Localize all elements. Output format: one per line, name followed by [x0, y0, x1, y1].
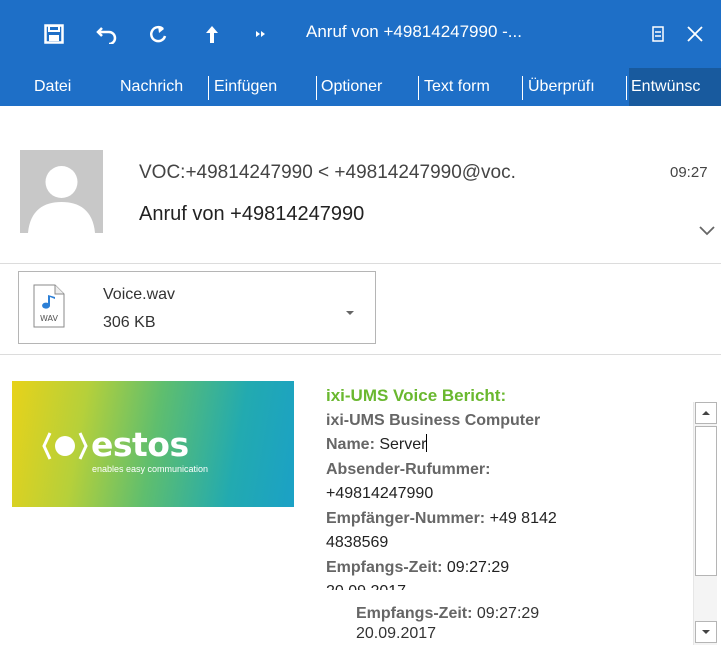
logo-tagline: enables easy communication — [92, 464, 209, 474]
overflow-time-label: Empfangs-Zeit: — [356, 605, 473, 622]
logo-wordmark: estos — [91, 425, 189, 464]
received-time: 09:27 — [670, 164, 708, 181]
avatar — [20, 150, 103, 233]
voice-report: ixi-UMS Voice Bericht: ixi-UMS Business … — [326, 384, 688, 590]
ribbon: Datei Nachrich Einfügen Optioner Text fo… — [0, 68, 721, 106]
report-overflow-text: Empfangs-Zeit: 09:27:29 20.09.2017 — [356, 604, 539, 644]
sender-address: VOC:+49814247990 < +49814247990@voc. — [139, 162, 516, 183]
tab-separator — [418, 76, 419, 100]
up-icon[interactable] — [197, 20, 227, 48]
redo-icon[interactable] — [143, 20, 173, 48]
report-name-row: Name: Server — [326, 433, 688, 458]
scroll-up-icon[interactable] — [695, 402, 717, 424]
report-recipient-value-cont: 4838569 — [326, 534, 389, 551]
attachment-size: 306 KB — [103, 314, 156, 331]
window-title: Anruf von +49814247990 -... — [306, 22, 522, 41]
tab-message[interactable]: Nachrich — [120, 68, 204, 106]
report-name-value: Server — [379, 436, 427, 453]
overflow-date-value: 20.09.2017 — [356, 625, 437, 642]
logo-mark-icon — [42, 432, 88, 460]
report-recipient-row: Empfänger-Nummer: +49 8142 — [326, 507, 688, 532]
estos-logo: estos enables easy communication — [12, 381, 294, 507]
attachment-name: Voice.wav — [103, 286, 176, 303]
report-scrollbar[interactable] — [693, 402, 717, 645]
report-sender-label: Absender-Rufummer: — [326, 460, 491, 478]
report-name-label: Name: — [326, 436, 375, 453]
overflow-time-value: 09:27:29 — [476, 605, 540, 622]
report-time-row: Empfangs-Zeit: 09:27:29 — [326, 556, 688, 581]
close-icon[interactable] — [681, 20, 709, 48]
report-line: ixi-UMS Business Computer — [326, 411, 541, 429]
tab-separator — [316, 76, 317, 100]
tab-insert[interactable]: Einfügen — [214, 68, 310, 106]
tab-file[interactable]: Datei — [34, 68, 94, 106]
save-icon[interactable] — [38, 20, 70, 48]
restore-icon[interactable] — [648, 20, 670, 48]
report-recipient-label: Empfänger-Nummer: — [326, 509, 486, 527]
tab-developer[interactable]: Entwünsc — [629, 68, 721, 106]
report-heading: ixi-UMS Voice Bericht: — [326, 386, 507, 405]
attachment-card[interactable]: WAV Voice.wav 306 KB — [18, 271, 376, 344]
title-bar: Anruf von +49814247990 -... — [0, 0, 721, 68]
tab-review[interactable]: Überprüfı — [528, 68, 622, 106]
audio-file-icon: WAV — [33, 284, 65, 328]
undo-icon[interactable] — [92, 20, 122, 48]
text-caret — [426, 434, 428, 452]
tab-separator — [208, 76, 209, 100]
file-type-label: WAV — [40, 314, 58, 323]
scroll-thumb[interactable] — [695, 426, 717, 576]
tab-options[interactable]: Optioner — [321, 68, 411, 106]
report-time-label: Empfangs-Zeit: — [326, 558, 443, 576]
report-date-value: 20.09.2017 — [326, 580, 688, 590]
message-subject: Anruf von +49814247990 — [139, 203, 365, 225]
tab-separator — [626, 76, 627, 100]
report-recipient-value: +49 8142 — [489, 509, 557, 527]
dropdown-arrow-icon[interactable] — [345, 304, 355, 315]
report-sender-value: +49814247990 — [326, 485, 434, 502]
chevron-down-icon[interactable] — [697, 220, 717, 240]
report-time-value: 09:27:29 — [446, 558, 510, 576]
divider — [0, 263, 721, 264]
tab-format-text[interactable]: Text form — [424, 68, 518, 106]
more-icon[interactable] — [249, 20, 273, 48]
tab-separator — [522, 76, 523, 100]
divider — [0, 354, 721, 355]
scroll-down-icon[interactable] — [695, 621, 717, 643]
